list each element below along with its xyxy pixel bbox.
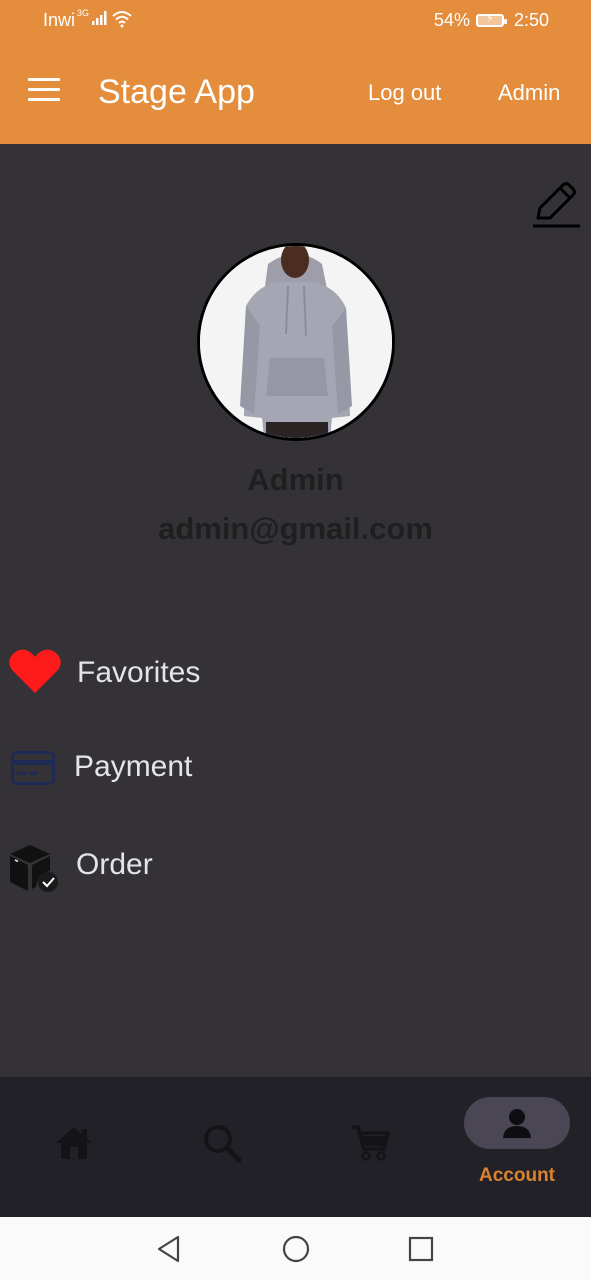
- avatar: [197, 243, 395, 441]
- nav-search[interactable]: [178, 1077, 268, 1217]
- account-active-pill: [464, 1097, 570, 1149]
- menu-item-payment[interactable]: Payment: [0, 737, 591, 797]
- search-icon: [204, 1125, 242, 1163]
- status-time: 2:50: [513, 10, 549, 30]
- status-right: 54% ⚡ 2:50: [434, 10, 549, 31]
- home-circle-icon[interactable]: [281, 1234, 311, 1264]
- profile-email: admin@gmail.com: [158, 511, 433, 546]
- menu-label-order: Order: [76, 848, 153, 881]
- profile-name: Admin: [247, 462, 344, 497]
- status-bar: Inwi 3G 54% ⚡ 2:50: [0, 0, 591, 40]
- wifi-icon: [112, 11, 132, 28]
- cart-icon: [352, 1125, 390, 1161]
- recents-icon[interactable]: [406, 1234, 436, 1264]
- bottom-nav: Account: [0, 1077, 591, 1217]
- menu-label-favorites: Favorites: [77, 656, 201, 689]
- avatar-photo: [200, 246, 392, 438]
- back-icon[interactable]: [154, 1234, 184, 1264]
- logout-button[interactable]: Log out: [368, 80, 441, 106]
- pencil-icon: [533, 182, 580, 228]
- menu-label-payment: Payment: [74, 750, 193, 783]
- nav-cart[interactable]: [326, 1077, 416, 1217]
- network-type: 3G: [77, 8, 90, 18]
- account-icon: [503, 1109, 531, 1138]
- app-bar: Stage App Log out Admin: [0, 40, 591, 144]
- carrier-name: Inwi: [43, 10, 76, 30]
- signal-icon: [92, 11, 107, 25]
- nav-account-label: Account: [479, 1165, 555, 1186]
- menu-item-favorites[interactable]: Favorites: [0, 643, 591, 703]
- package-check-icon: [10, 845, 58, 892]
- menu-icon[interactable]: [28, 78, 64, 106]
- edit-profile-button[interactable]: [530, 178, 582, 230]
- battery-charging-icon: ⚡: [475, 13, 507, 27]
- heart-icon: [9, 649, 61, 693]
- admin-button[interactable]: Admin: [498, 80, 560, 106]
- app-title: Stage App: [98, 73, 255, 111]
- nav-account[interactable]: Account: [450, 1077, 584, 1217]
- menu-item-order[interactable]: Order: [0, 835, 591, 895]
- battery-percent: 54%: [433, 10, 470, 30]
- system-nav-bar: [0, 1217, 591, 1280]
- home-icon: [56, 1127, 92, 1159]
- nav-home[interactable]: [30, 1077, 120, 1217]
- credit-card-icon: [11, 751, 55, 785]
- status-left: Inwi 3G: [43, 8, 133, 31]
